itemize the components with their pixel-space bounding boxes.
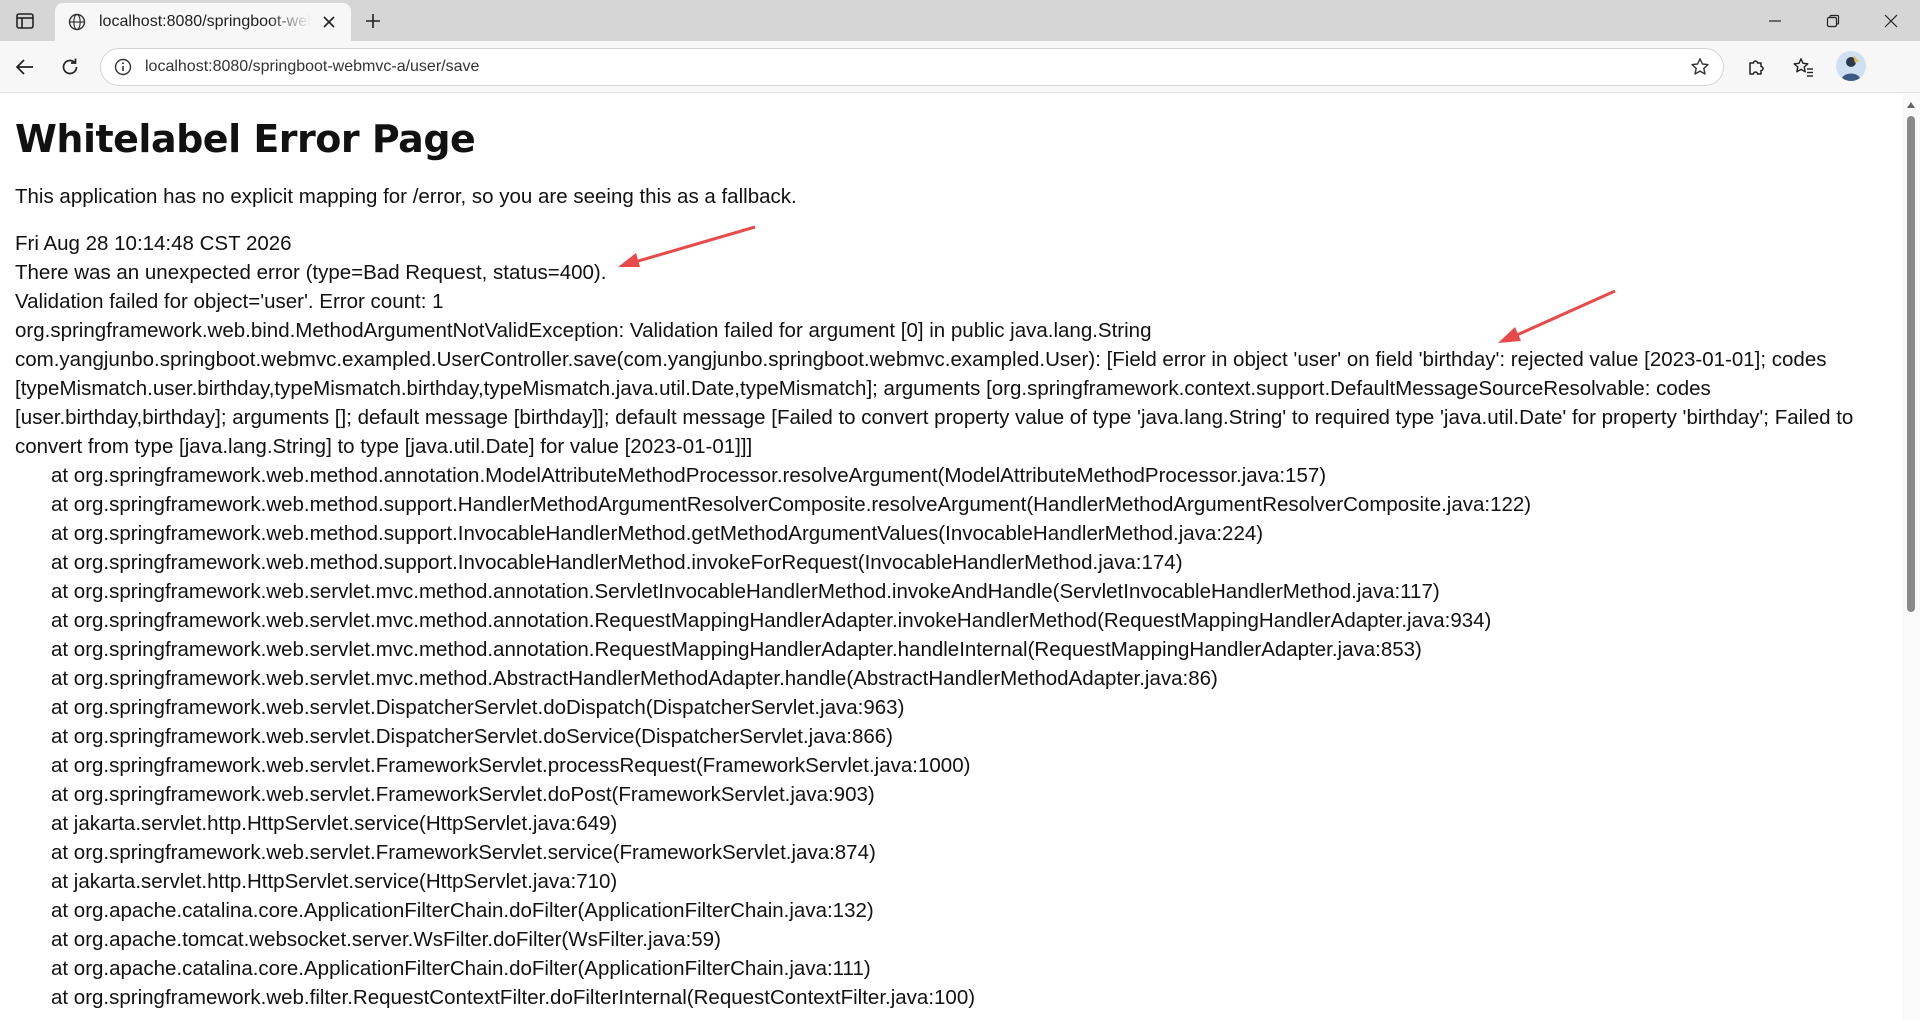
stack-trace-line: at jakarta.servlet.http.HttpServlet.serv… <box>51 812 618 835</box>
back-arrow-icon <box>15 59 33 75</box>
stack-trace-line: at org.springframework.web.servlet.Frame… <box>51 783 875 806</box>
url-text[interactable]: localhost:8080/springboot-webmvc-a/user/… <box>145 58 1685 76</box>
stack-trace-line: at org.springframework.web.method.suppor… <box>51 493 1532 516</box>
restore-icon <box>1826 14 1840 27</box>
globe-icon <box>67 12 87 32</box>
plus-icon <box>366 14 380 28</box>
star-icon[interactable] <box>1685 52 1715 82</box>
stack-trace-line: at org.springframework.web.servlet.mvc.m… <box>51 580 1440 603</box>
stack-trace-line: at org.springframework.web.servlet.Dispa… <box>51 725 893 748</box>
avatar[interactable] <box>1836 51 1866 81</box>
exception-detail: com.yangjunbo.springboot.webmvc.exampled… <box>15 348 1854 458</box>
refresh-button[interactable] <box>53 50 87 84</box>
address-bar[interactable]: localhost:8080/springboot-webmvc-a/user/… <box>100 48 1724 86</box>
browser-toolbar: localhost:8080/springboot-webmvc-a/user/… <box>0 41 1920 93</box>
new-tab-button[interactable] <box>357 6 389 36</box>
stack-trace-line: at org.springframework.web.servlet.mvc.m… <box>51 638 1422 661</box>
page-title: Whitelabel Error Page <box>15 117 476 161</box>
stack-trace-line: at org.springframework.web.servlet.Dispa… <box>51 696 905 719</box>
stack-trace-line: at org.apache.catalina.core.ApplicationF… <box>51 899 874 922</box>
page-content: Whitelabel Error Page This application h… <box>0 94 1902 1020</box>
timestamp: Fri Aug 28 10:14:48 CST 2026 <box>15 232 292 255</box>
stack-trace-line: at org.springframework.web.method.suppor… <box>51 522 1264 545</box>
browser-tab[interactable]: localhost:8080/springboot-webmvc-a/user/… <box>55 3 351 41</box>
page-scrollbar[interactable] <box>1902 94 1920 1020</box>
puzzle-icon[interactable] <box>1739 50 1773 84</box>
minimize-icon <box>1769 19 1781 22</box>
scroll-up-icon[interactable] <box>1906 100 1916 110</box>
stack-trace-line: at jakarta.servlet.http.HttpServlet.serv… <box>51 870 618 893</box>
refresh-icon <box>62 58 78 75</box>
close-icon[interactable] <box>317 10 341 34</box>
intro-text: This application has no explicit mapping… <box>15 185 797 208</box>
close-icon <box>1884 14 1898 27</box>
favorites-icon[interactable] <box>1786 50 1820 84</box>
back-button[interactable] <box>8 50 42 84</box>
stack-trace-line: at org.springframework.web.method.suppor… <box>51 551 1183 574</box>
validation-message: Validation failed for object='user'. Err… <box>15 290 444 313</box>
sidebar-toggle-icon[interactable] <box>8 6 42 36</box>
restore-button[interactable] <box>1804 0 1862 41</box>
stack-trace-line: at org.springframework.web.servlet.mvc.m… <box>51 667 1218 690</box>
minimize-button[interactable] <box>1746 0 1804 41</box>
info-icon[interactable] <box>111 55 135 79</box>
stack-trace-line: at org.springframework.web.servlet.Frame… <box>51 841 876 864</box>
stack-trace: at org.springframework.web.method.annota… <box>15 461 1887 1012</box>
stack-trace-line: at org.springframework.web.servlet.mvc.m… <box>51 609 1492 632</box>
window-close-button[interactable] <box>1862 0 1920 41</box>
tab-strip: localhost:8080/springboot-webmvc-a/user/… <box>0 0 1920 41</box>
error-status: There was an unexpected error (type=Bad … <box>15 261 607 284</box>
stack-trace-line: at org.springframework.web.servlet.Frame… <box>51 754 971 777</box>
stack-trace-line: at org.springframework.web.method.annota… <box>51 464 1327 487</box>
tab-title: localhost:8080/springboot-webmvc-a/user/… <box>99 13 311 30</box>
exception-line: org.springframework.web.bind.MethodArgum… <box>15 319 1152 342</box>
stack-trace-line: at org.apache.catalina.core.ApplicationF… <box>51 957 871 980</box>
scrollbar-thumb[interactable] <box>1907 116 1915 612</box>
stack-trace-line: at org.apache.tomcat.websocket.server.Ws… <box>51 928 721 951</box>
stack-trace-line: at org.springframework.web.filter.Reques… <box>51 986 976 1009</box>
